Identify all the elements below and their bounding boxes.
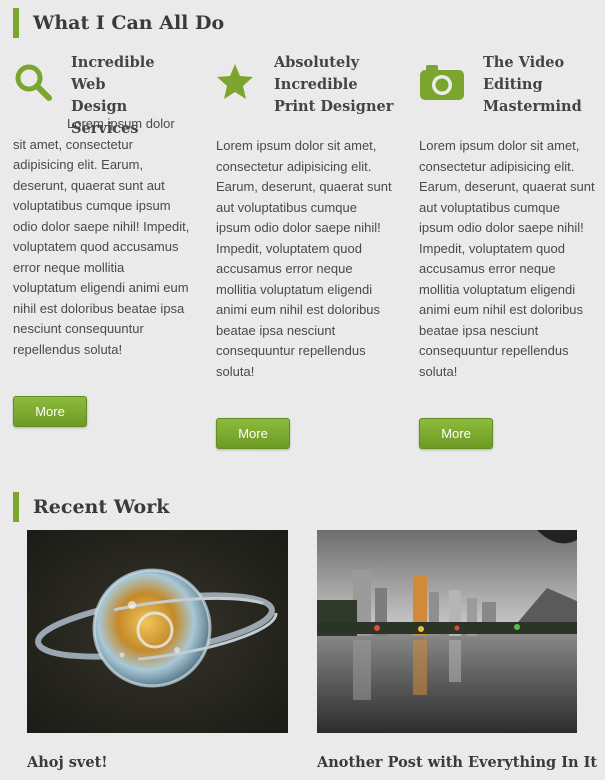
glass-orb-photo[interactable] (27, 530, 288, 733)
work-item: Another Post with Everything In It (317, 530, 597, 771)
more-button[interactable]: More (13, 396, 87, 427)
star-icon (216, 62, 258, 104)
service-title: The Video Editing Mastermind (483, 54, 582, 115)
service-description: Lorem ipsum dolor sit amet, consectetur … (419, 138, 595, 379)
service-title: Absolutely Incredible Print Designer (274, 54, 394, 115)
city-lake-photo[interactable] (317, 530, 577, 733)
more-button[interactable]: More (216, 418, 290, 449)
service-description: Lorem ipsum dolor sit amet, consectetur … (13, 116, 190, 357)
service-description: Lorem ipsum dolor sit amet, consectetur … (216, 138, 392, 379)
services-section-title: What I Can All Do (13, 8, 224, 38)
camera-icon (419, 62, 464, 104)
work-item: Ahoj svet! (27, 530, 288, 771)
recent-work-section-title: Recent Work (13, 492, 169, 522)
work-title[interactable]: Another Post with Everything In It (317, 754, 597, 771)
search-icon (13, 62, 55, 104)
more-button[interactable]: More (419, 418, 493, 449)
work-title[interactable]: Ahoj svet! (27, 754, 108, 771)
